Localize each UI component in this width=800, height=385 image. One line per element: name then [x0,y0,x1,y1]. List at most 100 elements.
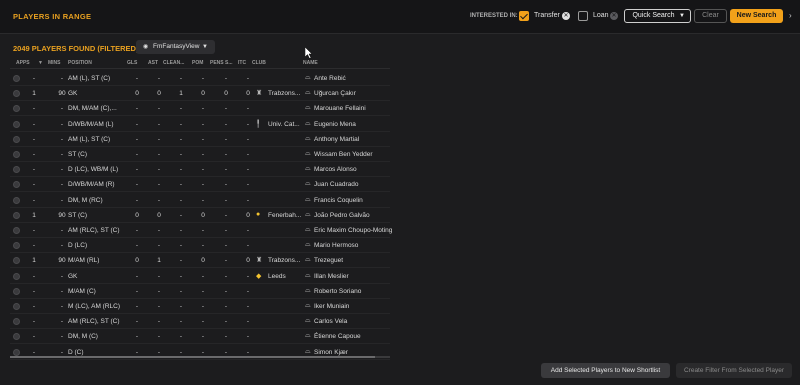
cell-pom: - [201,287,205,295]
row-select-radio[interactable] [13,348,20,356]
cell-club[interactable]: Univ. Cat... [268,121,300,128]
transfer-checkbox[interactable] [519,11,529,21]
player-status-icon: ⌓ [305,150,311,157]
table-row[interactable]: - - AM (L), ST (C) - - - - - - ⌓ Ante Rebić [10,71,790,86]
create-filter-button[interactable]: Create Filter From Selected Player [676,363,792,378]
row-select-radio[interactable] [13,287,20,295]
cell-player-name[interactable]: Illan Meslier [314,273,349,280]
row-select-radio[interactable] [13,303,20,310]
cell-clean: - [179,181,183,189]
view-selector[interactable]: ◉ FmFantasyView ▼ [136,40,215,54]
column-header-clean-sheets[interactable]: CLEAN... [163,60,184,66]
cell-club[interactable]: Fenerbah... [268,212,301,219]
cell-player-name[interactable]: Marouane Fellaini [314,105,366,112]
cell-itc: - [246,166,250,174]
row-select-radio[interactable] [13,196,20,204]
cell-player-name[interactable]: Étienne Capoue [314,333,361,340]
cell-player-name[interactable]: Carlos Vela [314,318,347,325]
cell-player-name[interactable]: Eric Maxim Choupo-Moting [314,227,392,234]
cell-player-name[interactable]: Roberto Soriano [314,288,361,295]
column-header-mins[interactable]: MINS [48,60,61,66]
transfer-clear-icon[interactable]: ✕ [562,12,570,20]
column-header-apps[interactable]: APPS [16,60,30,66]
column-header-gls[interactable]: GLS [127,60,137,66]
table-row[interactable]: - - D/WB/M/AM (R) - - - - - - ⌓ Juan Cuadrado [10,177,790,193]
table-row[interactable]: - - DM, M (RC) - - - - - - ⌓ Francis Coquelin [10,193,790,208]
table-row[interactable]: - - D/WB/M/AM (L) - - - - - - ╿ Univ. Cat... ⌓ Eugen… [10,117,790,132]
cell-ast: - [157,272,161,280]
cell-club[interactable]: Trabzons... [268,90,300,97]
add-to-shortlist-button[interactable]: Add Selected Players to New Shortlist [541,363,670,378]
table-row[interactable]: --M (LC), AM (RLC) - - - - - - ⌓ Iker Muniain [10,299,790,314]
column-header-pens-saved[interactable]: PENS S... [210,60,233,66]
cell-gls: - [135,272,139,280]
column-header-pom[interactable]: POM [192,60,203,66]
cell-player-name[interactable]: Francis Coquelin [314,197,363,204]
table-row[interactable]: - - ST (C) - - - - - - ⌓ Wissam Ben Yedder [10,147,790,162]
row-select-radio[interactable] [13,151,20,158]
table-row[interactable]: 1 90 M/AM (RL) 0 1 - 0 - 0 ♜ Trabzons... ⌓ Trezeguet [10,253,790,269]
cell-player-name[interactable]: Ante Rebić [314,75,346,82]
cell-position: ST (C) [68,211,88,219]
cell-mins: - [60,105,64,113]
new-search-button[interactable]: New Search [730,9,783,23]
cell-player-name[interactable]: Uğurcan Çakır [314,90,356,97]
cell-clean: - [179,151,183,158]
table-row[interactable]: - - AM (L), ST (C) - - - - - - ⌓ Anthony Martial [10,132,790,147]
table-row[interactable]: - - DM, M/AM (C),... - - - - - - ⌓ Marouane Fellai… [10,101,790,117]
column-header-position[interactable]: POSITION [68,60,92,66]
cell-ast: - [157,120,161,128]
row-select-radio[interactable] [13,211,20,219]
column-header-club[interactable]: CLUB [252,60,266,66]
cell-player-name[interactable]: Mario Hermoso [314,242,358,249]
table-row[interactable]: - - AM (RLC), ST (C) - - - - - - ⌓ Carlos Vela [10,314,790,330]
cell-mins: 90 [58,257,66,265]
cell-player-name[interactable]: Simon Kjær [314,349,348,356]
row-select-radio[interactable] [13,227,20,234]
quick-search-dropdown[interactable]: Quick Search ▼ [624,9,691,23]
cell-pens: - [224,211,228,219]
cell-club[interactable]: Trabzons... [268,257,300,264]
cell-player-name[interactable]: Iker Muniain [314,303,349,310]
table-row[interactable]: - - DM, M (C) - - - - - - ⌓ Étienne Capoue [10,329,790,345]
cell-player-name[interactable]: Eugenio Mena [314,121,356,128]
row-select-radio[interactable] [13,257,20,265]
row-select-radio[interactable] [13,242,20,250]
table-row[interactable]: - - M/AM (C) - - - - - - ⌓ Roberto Soriano [10,284,790,299]
row-select-radio[interactable] [13,181,20,189]
table-row[interactable]: --D (LC), WB/M (L) - - - - - - ⌓ Marcos Alonso [10,162,790,178]
cell-clean: - [179,272,183,280]
horizontal-scrollbar-thumb[interactable] [10,356,375,358]
cell-player-name[interactable]: Wissam Ben Yedder [314,151,373,158]
row-select-radio[interactable] [13,120,20,128]
chevron-right-icon[interactable]: › [789,11,792,20]
quick-search-label: Quick Search [632,12,675,19]
row-select-radio[interactable] [13,105,20,113]
cell-player-name[interactable]: Marcos Alonso [314,166,357,173]
cell-itc: 0 [246,211,250,219]
table-row[interactable]: - - AM (RLC), ST (C) - - - - - - ⌓ Eric Maxim Chou… [10,223,790,238]
cell-player-name[interactable]: Anthony Martial [314,136,359,143]
row-select-radio[interactable] [13,90,20,98]
table-row[interactable]: 1 90 GK 0 0 1 0 0 0 ♜ Trabzons... ⌓ Uğurcan Çakır [10,86,790,102]
cell-clean: - [179,333,183,341]
cell-player-name[interactable]: Juan Cuadrado [314,181,358,188]
table-row[interactable]: 1 90 ST (C) 0 0 - 0 - 0 ● Fenerbah... ⌓ João Pedro G… [10,208,790,223]
row-select-radio[interactable] [13,135,20,143]
loan-clear-icon[interactable]: ✕ [610,12,618,20]
cell-player-name[interactable]: Trezeguet [314,257,343,264]
table-row[interactable]: - - GK - - - - - - ◆ Leeds ⌓ Illan Meslier [10,269,790,284]
table-row[interactable]: --D (LC) - - - - - - ⌓ Mario Hermoso [10,238,790,254]
clear-button[interactable]: Clear [694,9,727,23]
column-header-name[interactable]: NAME [303,60,318,66]
cell-player-name[interactable]: João Pedro Galvão [314,212,370,219]
row-select-radio[interactable] [13,166,20,174]
loan-checkbox[interactable] [578,11,588,21]
column-header-ast[interactable]: AST [148,60,158,66]
cell-club[interactable]: Leeds [268,273,286,280]
row-select-radio[interactable] [13,75,20,82]
row-select-radio[interactable] [13,272,20,280]
row-select-radio[interactable] [13,333,20,341]
column-header-itc[interactable]: ITC [238,60,246,66]
row-select-radio[interactable] [13,318,20,326]
